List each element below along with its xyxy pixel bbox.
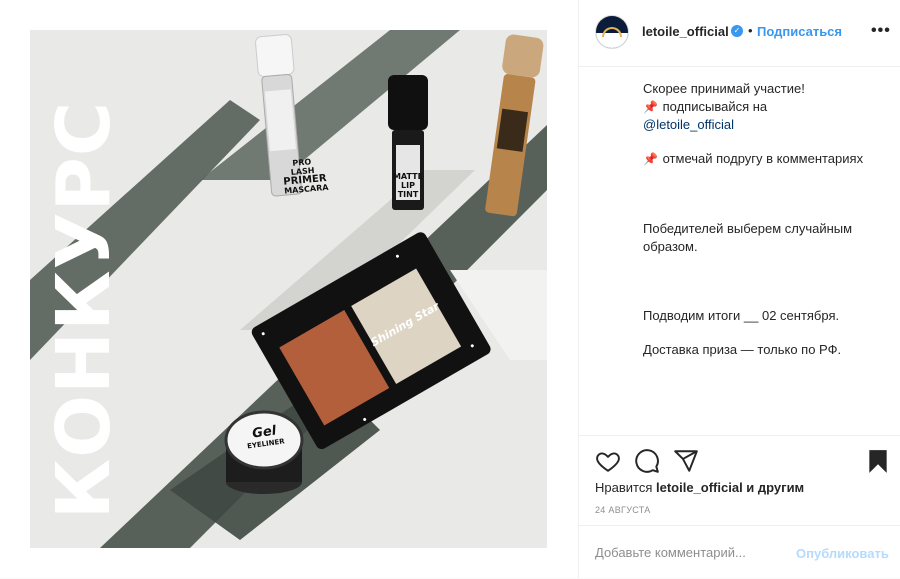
separator-dot: • bbox=[748, 23, 753, 38]
caption-line: Доставка приза — только по РФ. bbox=[643, 342, 842, 357]
post-header: letoile_official ✓ • Подписаться ••• bbox=[579, 0, 900, 67]
tint-label: MATTE LIP TINT bbox=[392, 172, 424, 199]
action-bar bbox=[579, 435, 900, 486]
bookmark-icon[interactable] bbox=[865, 448, 891, 474]
likes-summary: Нравится letoile_official и другим bbox=[595, 480, 805, 495]
follow-button[interactable]: Подписаться bbox=[757, 24, 842, 39]
share-icon[interactable] bbox=[673, 448, 699, 474]
caption-line: 📌 подписывайся на bbox=[643, 99, 768, 114]
pushpin-icon: 📌 bbox=[643, 100, 658, 114]
caption-line: Подводим итоги __ 02 сентября. bbox=[643, 308, 840, 323]
primer-label: PRO LASH PRIMER MASCARA bbox=[282, 157, 329, 196]
instagram-post: КОНКУРС PRO LASH PRIMER MASCARA MATTE LI… bbox=[0, 0, 900, 578]
contest-title: КОНКУРС bbox=[41, 100, 127, 520]
post-caption: Скорее принимай участие! 📌 подписывайся … bbox=[643, 80, 883, 430]
caption-line: 📌 отмечай подругу в комментариях bbox=[643, 151, 864, 166]
comment-bar: Опубликовать bbox=[579, 525, 900, 579]
liker-username-link[interactable]: letoile_official bbox=[656, 480, 743, 495]
more-options-icon[interactable]: ••• bbox=[871, 22, 891, 40]
comment-icon[interactable] bbox=[634, 448, 660, 474]
post-photo: КОНКУРС PRO LASH PRIMER MASCARA MATTE LI… bbox=[30, 30, 547, 548]
post-date: 24 августа bbox=[595, 505, 651, 515]
pushpin-icon: 📌 bbox=[643, 152, 658, 166]
username-link[interactable]: letoile_official bbox=[642, 24, 729, 39]
avatar[interactable] bbox=[596, 16, 628, 48]
caption-line: @letoile_official bbox=[643, 116, 883, 134]
caption-line: Победителей выберем случайным образом. bbox=[643, 221, 853, 254]
comment-input[interactable] bbox=[595, 545, 785, 560]
post-media[interactable]: КОНКУРС PRO LASH PRIMER MASCARA MATTE LI… bbox=[0, 0, 578, 578]
publish-button[interactable]: Опубликовать bbox=[796, 546, 889, 561]
mention-link[interactable]: @letoile_official bbox=[643, 117, 734, 132]
post-sidebar: letoile_official ✓ • Подписаться ••• Ско… bbox=[578, 0, 900, 578]
heart-icon[interactable] bbox=[595, 448, 621, 474]
caption-line: Скорее принимай участие! bbox=[643, 81, 805, 96]
verified-badge-icon: ✓ bbox=[731, 25, 743, 37]
